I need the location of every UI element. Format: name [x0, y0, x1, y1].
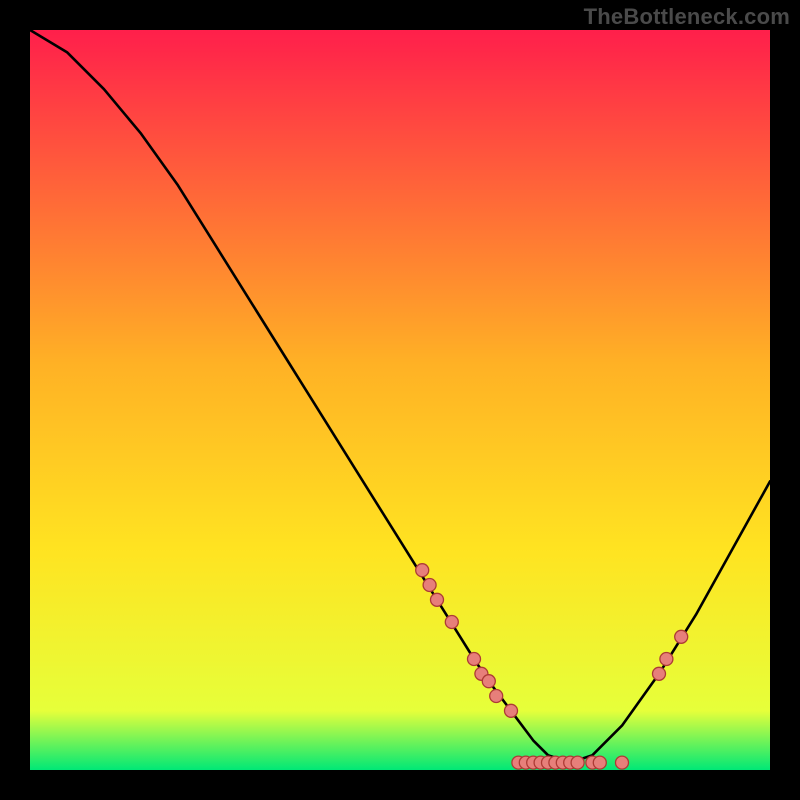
data-marker: [423, 579, 436, 592]
data-marker: [660, 653, 673, 666]
data-marker: [571, 756, 584, 769]
data-marker: [593, 756, 606, 769]
data-marker: [675, 630, 688, 643]
data-marker: [490, 690, 503, 703]
data-marker: [445, 616, 458, 629]
data-marker: [482, 675, 495, 688]
chart-container: TheBottleneck.com: [0, 0, 800, 800]
data-marker: [468, 653, 481, 666]
data-marker: [431, 593, 444, 606]
plot-area: [30, 30, 770, 770]
data-marker: [616, 756, 629, 769]
gradient-background: [30, 30, 770, 770]
data-marker: [505, 704, 518, 717]
watermark-text: TheBottleneck.com: [584, 4, 790, 30]
data-marker: [653, 667, 666, 680]
data-marker: [416, 564, 429, 577]
bottleneck-chart: [30, 30, 770, 770]
